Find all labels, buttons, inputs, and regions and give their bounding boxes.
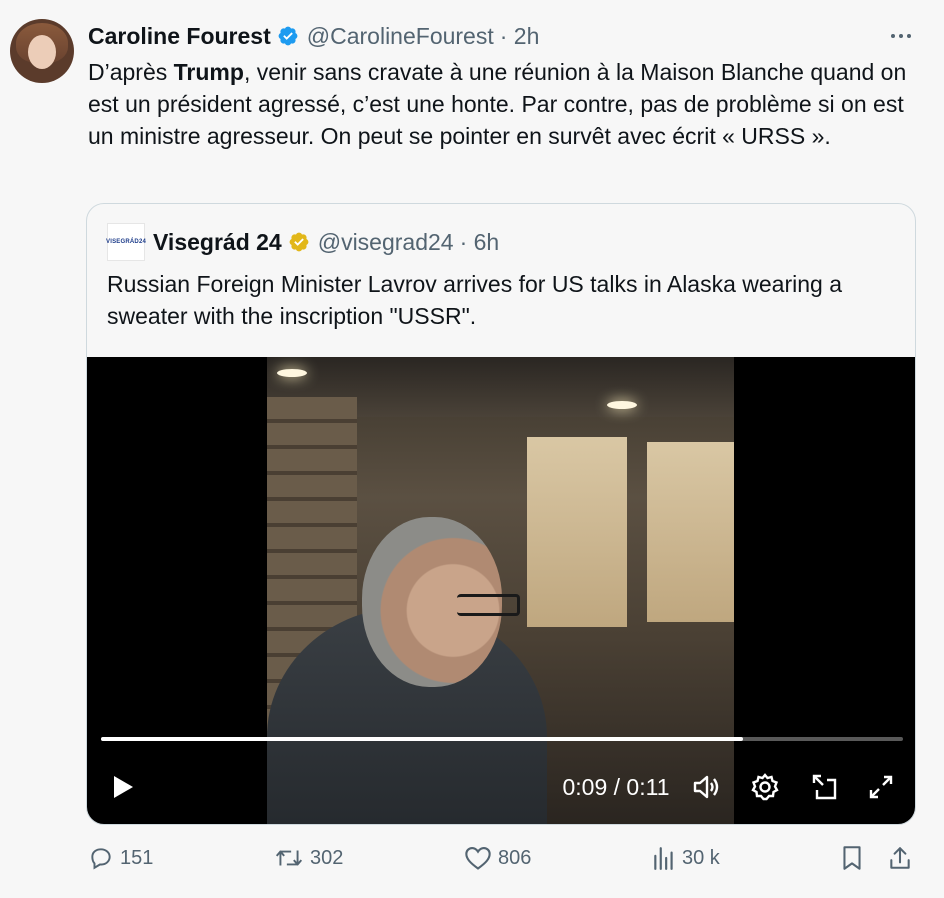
tweet-header: Caroline Fourest @CarolineFourest · 2h (88, 21, 539, 51)
video-time: 0:09 / 0:11 (553, 769, 679, 805)
volume-button[interactable] (690, 769, 726, 805)
tweet-actions: 151 302 806 30 k (88, 840, 918, 876)
window-panel (527, 437, 627, 627)
video-progress-bar[interactable] (101, 737, 903, 741)
tweet-text-start: D’après (88, 59, 174, 85)
like-button[interactable]: 806 (464, 840, 531, 876)
video-frame (267, 357, 734, 824)
author-name[interactable]: Caroline Fourest (88, 23, 271, 50)
reply-count: 151 (120, 846, 154, 869)
more-icon[interactable] (888, 24, 914, 48)
views-icon (654, 847, 673, 870)
reply-icon (91, 848, 111, 870)
fullscreen-button[interactable] (863, 769, 899, 805)
repost-count: 302 (310, 846, 344, 869)
views-button[interactable]: 30 k (652, 840, 720, 876)
fullscreen-icon (869, 775, 893, 799)
repost-button[interactable]: 302 (274, 840, 343, 876)
volume-icon (693, 775, 719, 799)
quote-time[interactable]: · 6h (460, 229, 500, 256)
video-progress-fill (101, 737, 743, 741)
quote-logo-text: VISEGRÁD24 (106, 239, 147, 245)
quoted-tweet[interactable]: VISEGRÁD24 Visegrád 24 @visegrad24 · 6h … (86, 203, 916, 825)
bookmark-icon (843, 846, 861, 870)
person-glasses (457, 594, 520, 616)
pip-icon (812, 774, 837, 800)
verified-icon (289, 232, 309, 252)
picture-in-picture-button[interactable] (806, 769, 842, 805)
quote-author-name[interactable]: Visegrád 24 (153, 229, 282, 256)
quote-author-handle[interactable]: @visegrad24 (318, 229, 454, 256)
bookmark-button[interactable] (840, 840, 870, 876)
ceiling-light (607, 401, 637, 409)
repost-icon (275, 850, 303, 866)
play-icon (114, 776, 133, 798)
window-panel (647, 442, 734, 622)
like-icon (465, 847, 491, 870)
share-button[interactable] (888, 840, 918, 876)
tweet-text: D’après Trump, venir sans cravate à une … (88, 56, 928, 152)
ceiling-light (277, 369, 307, 377)
tweet-text-bold: Trump (173, 59, 244, 85)
quote-text: Russian Foreign Minister Lavrov arrives … (107, 271, 843, 329)
settings-icon (751, 773, 779, 801)
share-icon (890, 847, 910, 869)
play-button[interactable] (105, 769, 141, 805)
like-count: 806 (498, 846, 532, 869)
views-count: 30 k (682, 846, 720, 869)
video-player[interactable]: 0:09 / 0:11 (87, 357, 915, 824)
author-handle[interactable]: @CarolineFourest (307, 23, 494, 50)
author-avatar[interactable] (10, 19, 74, 83)
settings-button[interactable] (747, 769, 783, 805)
reply-button[interactable]: 151 (88, 840, 153, 876)
quote-avatar[interactable]: VISEGRÁD24 (106, 223, 147, 261)
verified-icon (278, 26, 298, 46)
avatar-face (28, 35, 56, 69)
video-time-text: 0:09 / 0:11 (562, 773, 670, 800)
quote-header: VISEGRÁD24 Visegrád 24 @visegrad24 · 6h (106, 223, 500, 261)
tweet-time[interactable]: · 2h (500, 23, 540, 50)
